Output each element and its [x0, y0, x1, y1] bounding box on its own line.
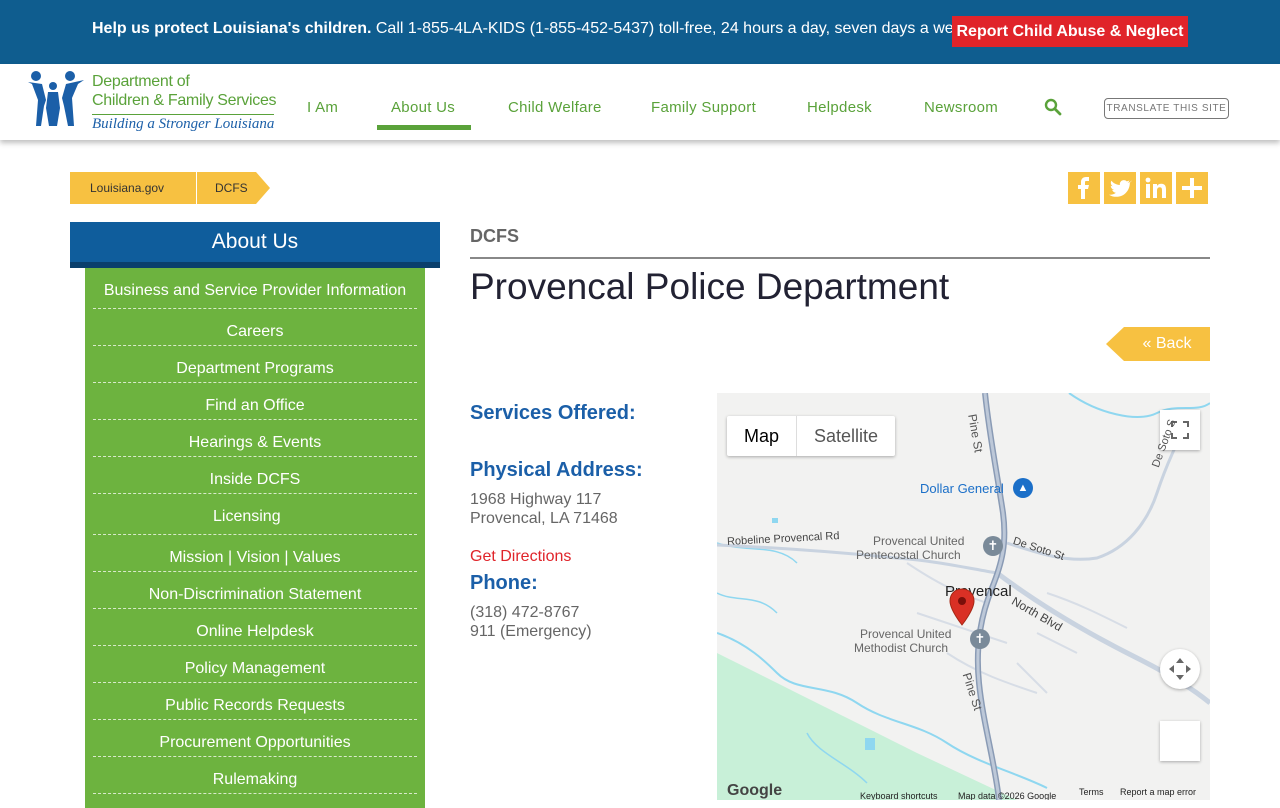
- sidebar-menu: Business and Service Provider Informatio…: [85, 268, 425, 808]
- terms-link[interactable]: Terms: [1079, 787, 1104, 797]
- sidebar-title: About Us: [70, 222, 440, 268]
- sidebar-item-careers[interactable]: Careers: [93, 309, 417, 346]
- map-tab-map[interactable]: Map: [727, 416, 798, 456]
- linkedin-icon[interactable]: [1140, 172, 1172, 204]
- nav-about-us[interactable]: About Us: [391, 99, 455, 116]
- sidebar-item-business[interactable]: Business and Service Provider Informatio…: [93, 268, 417, 309]
- phone-main: (318) 472-8767: [470, 604, 580, 621]
- map-label-dollar-general[interactable]: Dollar General: [920, 481, 1004, 496]
- map-label-methodist-1[interactable]: Provencal United: [860, 627, 951, 641]
- address-line-1: 1968 Highway 117: [470, 491, 602, 508]
- sidebar-item-helpdesk[interactable]: Online Helpdesk: [93, 609, 417, 646]
- breadcrumb-louisiana-gov[interactable]: Louisiana.gov: [70, 172, 210, 204]
- page-title: Provencal Police Department: [470, 266, 950, 307]
- sidebar-item-nondiscrimination[interactable]: Non-Discrimination Statement: [93, 572, 417, 609]
- linkedin-glyph-icon: [1145, 177, 1166, 198]
- family-logo-icon: [28, 71, 84, 126]
- location-pin-icon[interactable]: [948, 588, 976, 626]
- camera-control-icon[interactable]: [1160, 649, 1200, 689]
- phone-emergency: 911 (Emergency): [470, 623, 592, 640]
- share-plus-icon[interactable]: [1176, 172, 1208, 204]
- get-directions-link[interactable]: Get Directions: [470, 548, 571, 566]
- google-logo: Google: [727, 782, 783, 799]
- logo-tagline: Building a Stronger Louisiana: [92, 114, 275, 132]
- keyboard-shortcuts-link[interactable]: Keyboard shortcuts: [860, 791, 938, 800]
- sidebar-item-policy[interactable]: Policy Management: [93, 646, 417, 683]
- pegman-control[interactable]: [1160, 721, 1200, 761]
- sidebar-item-licensing[interactable]: Licensing: [93, 494, 417, 535]
- back-button[interactable]: « Back: [1106, 327, 1210, 361]
- alert-text: Call 1-855-4LA-KIDS (1-855-452-5437) tol…: [375, 20, 976, 37]
- map-type-control: Map Satellite: [727, 416, 896, 456]
- facebook-icon[interactable]: [1068, 172, 1100, 204]
- sidebar-item-find-office[interactable]: Find an Office: [93, 383, 417, 420]
- search-icon[interactable]: [1044, 98, 1062, 116]
- nav-helpdesk[interactable]: Helpdesk: [807, 99, 872, 116]
- alert-bar: Help us protect Louisiana's children. Ca…: [0, 0, 1280, 64]
- nav-active-indicator: [377, 125, 471, 130]
- alert-message: Help us protect Louisiana's children. Ca…: [92, 20, 975, 38]
- sidebar-item-hearings[interactable]: Hearings & Events: [93, 420, 417, 457]
- alert-lead: Help us protect Louisiana's children.: [92, 20, 372, 37]
- report-map-error-link[interactable]: Report a map error: [1120, 787, 1196, 797]
- sidebar-item-inside-dcfs[interactable]: Inside DCFS: [93, 457, 417, 494]
- map-label-pentecostal-1[interactable]: Provencal United: [873, 534, 964, 548]
- nav-newsroom[interactable]: Newsroom: [924, 99, 998, 116]
- twitter-icon[interactable]: [1104, 172, 1136, 204]
- breadcrumb-dcfs[interactable]: DCFS: [196, 172, 270, 204]
- nav-family-support[interactable]: Family Support: [651, 99, 756, 116]
- map-label-methodist-2[interactable]: Methodist Church: [854, 641, 948, 655]
- section-kicker: DCFS: [470, 226, 1210, 259]
- sidebar-item-public-records[interactable]: Public Records Requests: [93, 683, 417, 720]
- phone-heading: Phone:: [470, 572, 538, 594]
- map-data-text: Map data ©2026 Google: [958, 791, 1057, 800]
- map-label-pentecostal-2[interactable]: Pentecostal Church: [856, 548, 961, 562]
- church-icon: ✝: [970, 629, 990, 649]
- twitter-glyph-icon: [1109, 180, 1133, 197]
- logo-line-2: Children & Family Services: [92, 92, 277, 109]
- services-heading: Services Offered:: [470, 402, 636, 424]
- store-pin-icon: ▲: [1013, 478, 1033, 498]
- dcfs-logo[interactable]: Department of Children & Family Services…: [26, 68, 277, 132]
- logo-line-1: Department of: [92, 73, 190, 90]
- address-heading: Physical Address:: [470, 459, 643, 481]
- sidebar-item-mission[interactable]: Mission | Vision | Values: [93, 535, 417, 572]
- nav-i-am[interactable]: I Am: [307, 99, 338, 116]
- sidebar-item-rulemaking[interactable]: Rulemaking: [93, 757, 417, 794]
- plus-glyph-icon: [1182, 178, 1202, 198]
- report-abuse-button[interactable]: Report Child Abuse & Neglect: [952, 16, 1188, 47]
- address-line-2: Provencal, LA 71468: [470, 510, 618, 527]
- translate-button[interactable]: TRANSLATE THIS SITE: [1104, 98, 1229, 119]
- church-icon: ✝: [983, 536, 1003, 556]
- map[interactable]: Map Satellite Pine St De Soto S Dollar G…: [717, 393, 1210, 800]
- sidebar-item-procurement[interactable]: Procurement Opportunities: [93, 720, 417, 757]
- map-tab-satellite[interactable]: Satellite: [797, 416, 895, 456]
- sidebar-item-programs[interactable]: Department Programs: [93, 346, 417, 383]
- camera-glyph-icon: [1169, 658, 1191, 680]
- facebook-glyph-icon: [1078, 177, 1089, 199]
- nav-child-welfare[interactable]: Child Welfare: [508, 99, 602, 116]
- site-header: Department of Children & Family Services…: [0, 64, 1280, 140]
